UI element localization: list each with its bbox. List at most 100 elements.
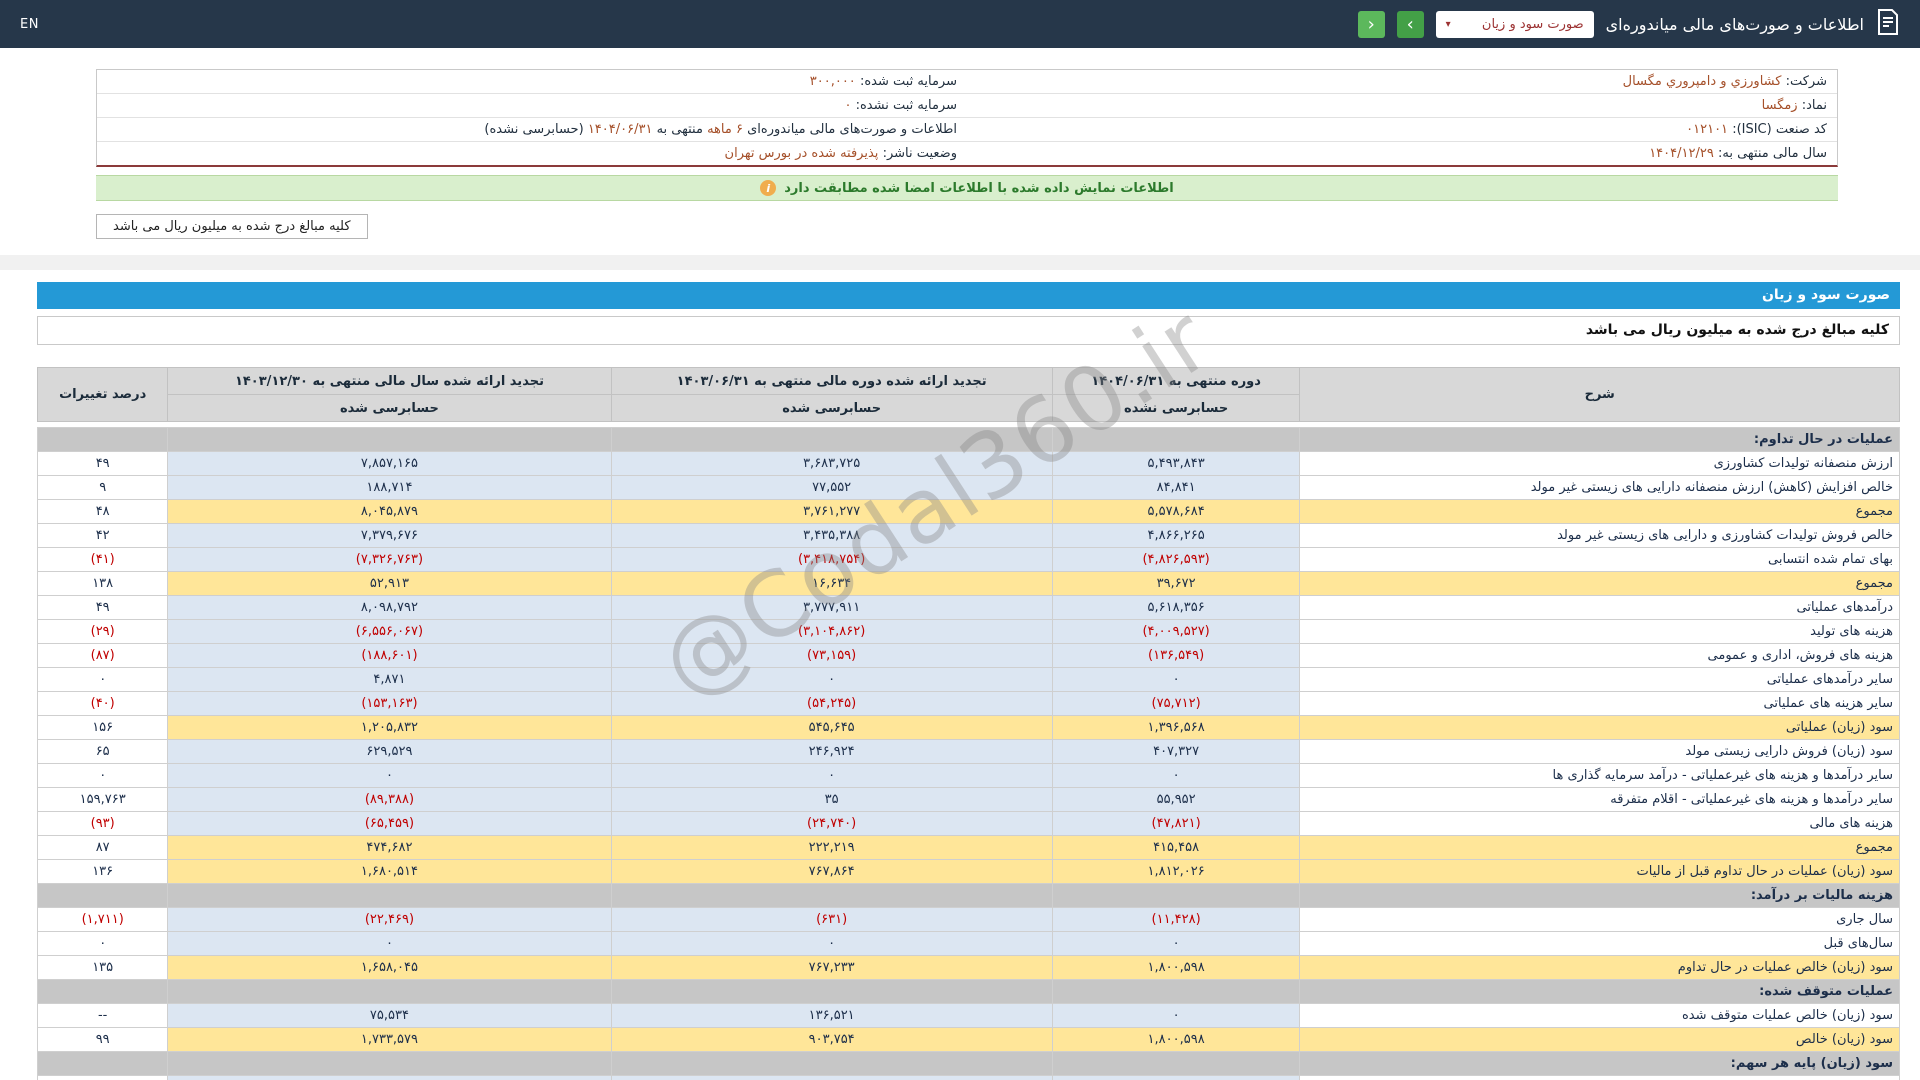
- cell-percent-change: ۹۹: [36, 1027, 169, 1052]
- cell-prior-year-value: (۱۵۳,۱۶۳): [167, 691, 612, 716]
- cell-percent-change: ۴۹: [36, 595, 169, 620]
- cell-percent-change: [36, 1051, 169, 1076]
- cell-prior-period-value: ۰: [610, 763, 1053, 788]
- signature-match-banner: اطلاعات نمایش داده شده با اطلاعات امضا ش…: [96, 175, 1838, 201]
- company-name-label: شرکت:: [1785, 74, 1827, 89]
- report-document-icon: [1876, 9, 1900, 39]
- cell-current-period-value: (۱۳۶,۵۴۹): [1051, 643, 1301, 668]
- cell-percent-change: (۹۳): [36, 811, 169, 836]
- col-header-prior-year: تجدید ارائه شده سال مالی منتهی به ۱۴۰۳/۱…: [167, 367, 612, 395]
- cell-current-period-value: ۱,۳۹۶,۵۶۸: [1051, 715, 1301, 740]
- cell-percent-change: ۱۵۶: [36, 1075, 169, 1080]
- ticker-value: زمگسا: [1761, 98, 1798, 113]
- ticker-field: نماد: زمگسا: [967, 94, 1837, 117]
- company-info-panel: شرکت: کشاورزي و دامپروري مگسال سرمایه ثب…: [96, 69, 1838, 167]
- cell-current-period-value: ۵۵,۹۵۲: [1051, 787, 1301, 812]
- cell-prior-year-value: (۶۵,۴۵۹): [167, 811, 612, 836]
- registered-capital-field: سرمایه ثبت شده: ۳۰۰,۰۰۰: [97, 70, 967, 93]
- cell-description: عملیات متوقف شده:: [1299, 979, 1900, 1004]
- cell-percent-change: ۱۳۵: [36, 955, 169, 980]
- cell-prior-period-value: (۲۴,۷۴۰): [610, 811, 1053, 836]
- cell-prior-year-value: ۱,۶۵۸,۰۴۵: [167, 955, 612, 980]
- chevron-left-icon: ‹: [1367, 13, 1375, 35]
- period-ending-text: منتهی به: [656, 122, 703, 137]
- fiscal-year-end-value: ۱۴۰۴/۱۲/۲۹: [1649, 146, 1714, 161]
- report-type-selected-value: صورت سود و زیان: [1481, 16, 1584, 32]
- cell-percent-change: ۱۳۶: [36, 859, 169, 884]
- statement-row: سود (زیان) خالص عملیات متوقف شده ۰ ۱۳۶,۵۲۱…: [36, 1003, 1900, 1028]
- cell-prior-year-value: [167, 427, 612, 452]
- section-header-row: عملیات متوقف شده:: [36, 979, 1900, 1004]
- cell-prior-year-value: ۴,۸۷۱: [167, 667, 612, 692]
- cell-description: بهای تمام شده انتسابی: [1299, 547, 1900, 572]
- language-toggle-en[interactable]: EN: [20, 17, 39, 32]
- section-header-row: عملیات در حال تداوم:: [36, 427, 1900, 452]
- cell-prior-period-value: ۰: [610, 667, 1053, 692]
- cell-percent-change: ۴۹: [36, 451, 169, 476]
- cell-current-period-value: ۰: [1051, 931, 1301, 956]
- statement-row: مجموع ۳۹,۶۷۲ ۱۶,۶۳۴ ۵۲,۹۱۳ ۱۳۸: [36, 571, 1900, 596]
- cell-percent-change: [36, 427, 169, 452]
- statement-row: سایر درآمدها و هزینه های غیرعملیاتی - اق…: [36, 787, 1900, 812]
- cell-current-period-value: [1051, 1051, 1301, 1076]
- cell-prior-year-value: ۱۸۸,۷۱۴: [167, 475, 612, 500]
- isic-code-label: کد صنعت (ISIC):: [1732, 122, 1827, 137]
- cell-prior-year-value: ۱,۷۳۳,۵۷۹: [167, 1027, 612, 1052]
- cell-percent-change: [36, 979, 169, 1004]
- unregistered-capital-label: سرمایه ثبت نشده:: [855, 98, 957, 113]
- signature-match-text: اطلاعات نمایش داده شده با اطلاعات امضا ش…: [784, 180, 1174, 196]
- issuer-status-field: وضعیت ناشر: پذیرفته شده در بورس تهران: [97, 142, 967, 165]
- cell-description: سود (زیان) خالص: [1299, 1027, 1900, 1052]
- cell-prior-period-value: ۱,۸۱۹: [610, 1075, 1053, 1080]
- col-header-percent-change: درصد تغییرات: [36, 367, 169, 422]
- cell-prior-period-value: ۷۶۷,۲۳۳: [610, 955, 1053, 980]
- statement-row: هزینه های مالی (۴۷,۸۲۱) (۲۴,۷۴۰) (۶۵,۴۵۹) (۹…: [36, 811, 1900, 836]
- section-header-row: هزینه مالیات بر درآمد:: [36, 883, 1900, 908]
- income-statement-section: صورت سود و زیان کلیه مبالغ درج شده به می…: [36, 282, 1900, 1080]
- cell-description: سود (زیان) خالص عملیات در حال تداوم: [1299, 955, 1900, 980]
- cell-percent-change: ۱۳۸: [36, 571, 169, 596]
- cell-percent-change: (۴۰): [36, 691, 169, 716]
- cell-current-period-value: ۵,۴۹۳,۸۴۳: [1051, 451, 1301, 476]
- cell-current-period-value: ۸۴,۸۴۱: [1051, 475, 1301, 500]
- cell-description: هزینه های مالی: [1299, 811, 1900, 836]
- cell-prior-period-value: (۵۴,۲۴۵): [610, 691, 1053, 716]
- cell-current-period-value: ۱,۸۰۰,۵۹۸: [1051, 955, 1301, 980]
- page-title: اطلاعات و صورت‌های مالی میاندوره‌ای: [1605, 14, 1864, 34]
- statement-row: بهای تمام شده انتسابی (۴,۸۲۶,۵۹۳) (۳,۴۱۸,۷…: [36, 547, 1900, 572]
- cell-prior-period-value: (۳,۱۰۴,۸۶۲): [610, 619, 1053, 644]
- cell-prior-year-value: [167, 1051, 612, 1076]
- cell-prior-period-value: ۳,۷۶۱,۲۷۷: [610, 499, 1053, 524]
- statement-row: سود (زیان) عملیات در حال تداوم قبل از ما…: [36, 859, 1900, 884]
- issuer-status-label: وضعیت ناشر:: [882, 146, 957, 161]
- chevron-right-icon: ›: [1406, 13, 1414, 35]
- company-info-row: سال مالی منتهی به: ۱۴۰۴/۱۲/۲۹ وضعیت ناشر…: [97, 142, 1837, 165]
- next-report-button[interactable]: ›: [1396, 10, 1424, 38]
- col-header-current-period: دوره منتهی به ۱۴۰۴/۰۶/۳۱: [1051, 367, 1301, 395]
- company-name-field: شرکت: کشاورزي و دامپروري مگسال: [967, 70, 1837, 93]
- cell-prior-year-value: (۷,۳۲۶,۷۶۳): [167, 547, 612, 572]
- cell-description: سود (زیان) فروش دارایی زیستی مولد: [1299, 739, 1900, 764]
- cell-percent-change: (۸۷): [36, 643, 169, 668]
- cell-current-period-value: ۴۱۵,۴۵۸: [1051, 835, 1301, 860]
- company-info-row: نماد: زمگسا سرمایه ثبت نشده: ۰: [97, 94, 1837, 118]
- cell-current-period-value: ۴,۸۶۶,۲۶۵: [1051, 523, 1301, 548]
- cell-description: سود (زیان) عملیات در حال تداوم قبل از ما…: [1299, 859, 1900, 884]
- cell-current-period-value: (۴۷,۸۲۱): [1051, 811, 1301, 836]
- cell-current-period-value: ۳۹,۶۷۲: [1051, 571, 1301, 596]
- previous-report-button[interactable]: ‹: [1357, 10, 1385, 38]
- cell-prior-period-value: ۱۳۶,۵۲۱: [610, 1003, 1053, 1028]
- units-note-box: کلیه مبالغ درج شده به میلیون ریال می باش…: [96, 214, 368, 239]
- cell-current-period-value: ۰: [1051, 667, 1301, 692]
- statement-units-subtitle: کلیه مبالغ درج شده به میلیون ریال می باش…: [37, 316, 1900, 345]
- cell-percent-change: ۶۵: [36, 739, 169, 764]
- cell-percent-change: ۸۷: [36, 835, 169, 860]
- cell-current-period-value: ۱,۸۱۲,۰۲۶: [1051, 859, 1301, 884]
- cell-current-period-value: (۱۱,۴۲۸): [1051, 907, 1301, 932]
- cell-prior-year-value: (۱۸۸,۶۰۱): [167, 643, 612, 668]
- cell-description: هزینه های تولید: [1299, 619, 1900, 644]
- cell-percent-change: ۰: [36, 931, 169, 956]
- report-type-dropdown[interactable]: صورت سود و زیان ▾: [1435, 10, 1594, 38]
- cell-prior-period-value: ۷۷,۵۵۲: [610, 475, 1053, 500]
- cell-current-period-value: ۵,۵۷۸,۶۸۴: [1051, 499, 1301, 524]
